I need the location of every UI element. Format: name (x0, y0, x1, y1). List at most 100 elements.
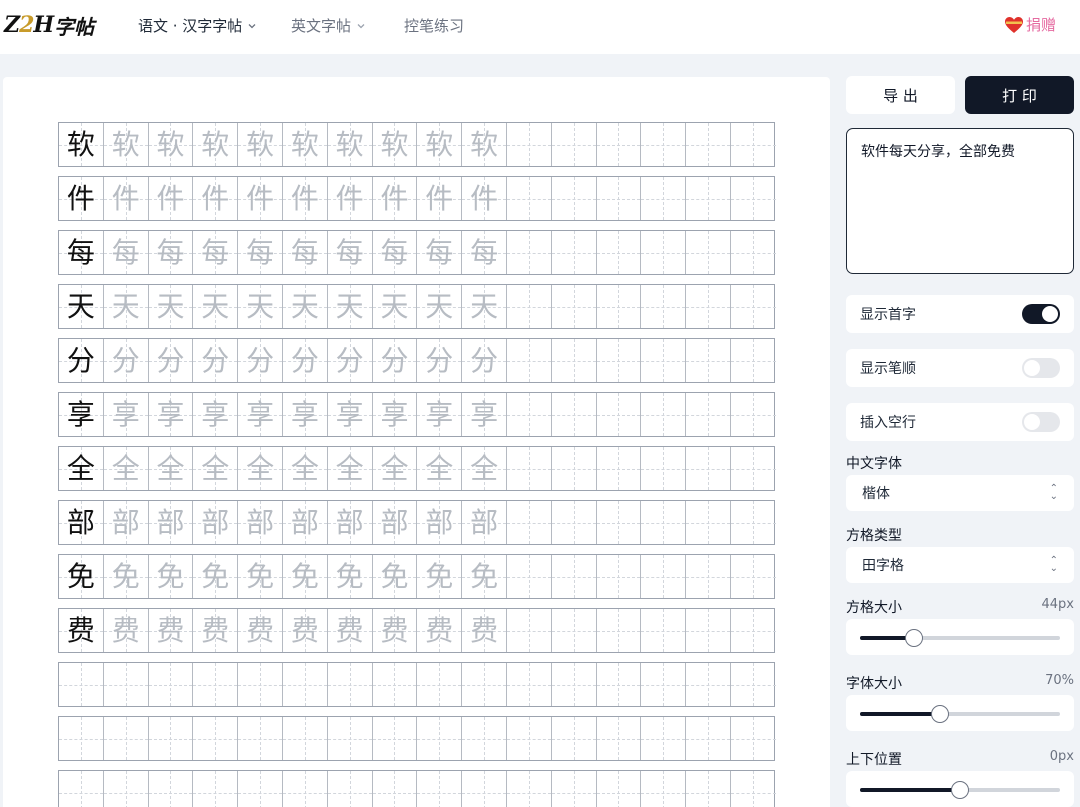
print-button[interactable]: 打 印 (965, 76, 1074, 114)
settings-sidebar: 导 出 打 印 显示首字 显示笔顺 插入空行 中文字体 楷体 ⌃⌄ 方格类型 田… (846, 76, 1074, 807)
practice-cell (327, 717, 373, 760)
practice-cell (59, 663, 104, 706)
trace-character: 分 (156, 343, 185, 377)
practice-cell: 费 (193, 609, 239, 652)
practice-cell (506, 771, 552, 807)
practice-cell (641, 177, 687, 220)
vertical-position-thumb[interactable] (951, 781, 969, 799)
practice-grid: 软软软软软软软软软软件件件件件件件件件件每每每每每每每每每每天天天天天天天天天天… (58, 122, 776, 807)
trace-character: 全 (470, 451, 499, 485)
show-first-char-switch[interactable] (1022, 304, 1060, 324)
practice-cell (641, 123, 687, 166)
practice-cell: 全 (327, 447, 373, 490)
trace-character: 件 (470, 181, 499, 215)
font-select[interactable]: 楷体 ⌃ ⌄ (846, 475, 1074, 511)
practice-cell: 费 (103, 609, 149, 652)
nav-pen-control[interactable]: 控笔练习 (404, 15, 464, 36)
export-button[interactable]: 导 出 (846, 76, 955, 114)
practice-cell (730, 177, 776, 220)
trace-character: 享 (290, 397, 319, 431)
practice-cell: 免 (282, 555, 328, 598)
practice-cell (282, 717, 328, 760)
practice-cell: 免 (417, 555, 463, 598)
model-character: 享 (66, 397, 95, 431)
practice-cell: 部 (327, 501, 373, 544)
practice-cell (641, 717, 687, 760)
model-character: 每 (66, 235, 95, 269)
trace-character: 件 (111, 181, 140, 215)
nav-chinese-copybook[interactable]: 语文 · 汉字字帖 (138, 15, 258, 36)
trace-character: 每 (156, 235, 185, 269)
model-character: 分 (66, 343, 95, 377)
practice-cell (551, 393, 597, 436)
trace-character: 分 (201, 343, 230, 377)
toggle-show-stroke-order: 显示笔顺 (846, 349, 1074, 387)
practice-cell (730, 555, 776, 598)
toggle-insert-blank-row: 插入空行 (846, 403, 1074, 441)
trace-character: 件 (290, 181, 319, 215)
grid-type-label: 方格类型 (846, 528, 902, 544)
insert-blank-row-switch[interactable] (1022, 412, 1060, 432)
font-size-thumb[interactable] (931, 705, 949, 723)
practice-cell: 每 (148, 231, 194, 274)
model-character: 天 (66, 289, 95, 323)
practice-cell (641, 231, 687, 274)
trace-character: 件 (201, 181, 230, 215)
trace-character: 部 (156, 505, 185, 539)
practice-cell: 件 (462, 177, 507, 220)
grid-size-label: 方格大小 (846, 600, 902, 616)
donate-button[interactable]: 捐赠 (1004, 14, 1056, 35)
practice-cell (686, 555, 731, 598)
practice-cell: 每 (372, 231, 418, 274)
practice-cell (686, 663, 731, 706)
trace-character: 分 (380, 343, 409, 377)
practice-cell (506, 177, 552, 220)
practice-cell: 全 (193, 447, 239, 490)
practice-cell: 免 (327, 555, 373, 598)
practice-cell: 费 (417, 609, 463, 652)
practice-cell: 分 (103, 339, 149, 382)
practice-cell (730, 771, 776, 807)
trace-character: 全 (201, 451, 230, 485)
trace-character: 全 (156, 451, 185, 485)
font-value: 楷体 (862, 486, 890, 502)
practice-cell (148, 717, 194, 760)
practice-cell: 软 (148, 123, 194, 166)
trace-character: 费 (335, 613, 364, 647)
grid-type-select[interactable]: 田字格 ⌃ ⌄ (846, 547, 1074, 583)
practice-cell (596, 447, 642, 490)
practice-cell: 天 (372, 285, 418, 328)
trace-character: 享 (380, 397, 409, 431)
practice-cell: 享 (103, 393, 149, 436)
practice-row: 免免免免免免免免免免 (58, 554, 776, 599)
trace-character: 软 (111, 127, 140, 161)
site-logo[interactable]: Z2H 字帖 (4, 10, 94, 40)
grid-size-thumb[interactable] (905, 629, 923, 647)
trace-character: 免 (380, 559, 409, 593)
trace-character: 享 (111, 397, 140, 431)
practice-cell: 部 (417, 501, 463, 544)
practice-cell: 免 (238, 555, 283, 598)
practice-cell: 件 (103, 177, 149, 220)
practice-cell (641, 285, 687, 328)
practice-cell: 天 (193, 285, 239, 328)
trace-character: 享 (156, 397, 185, 431)
practice-row: 件件件件件件件件件件 (58, 176, 776, 221)
show-stroke-order-switch[interactable] (1022, 358, 1060, 378)
practice-cell: 天 (462, 285, 507, 328)
practice-cell (551, 501, 597, 544)
practice-cell (641, 393, 687, 436)
practice-cell: 免 (193, 555, 239, 598)
trace-character: 软 (425, 127, 454, 161)
nav-english-copybook[interactable]: 英文字帖 (291, 15, 367, 36)
trace-character: 免 (111, 559, 140, 593)
model-character: 部 (66, 505, 95, 539)
practice-cell (730, 663, 776, 706)
text-input[interactable] (846, 128, 1074, 274)
practice-cell: 全 (282, 447, 328, 490)
practice-cell: 件 (193, 177, 239, 220)
trace-character: 分 (425, 343, 454, 377)
practice-cell (551, 285, 597, 328)
trace-character: 部 (201, 505, 230, 539)
practice-cell: 享 (193, 393, 239, 436)
